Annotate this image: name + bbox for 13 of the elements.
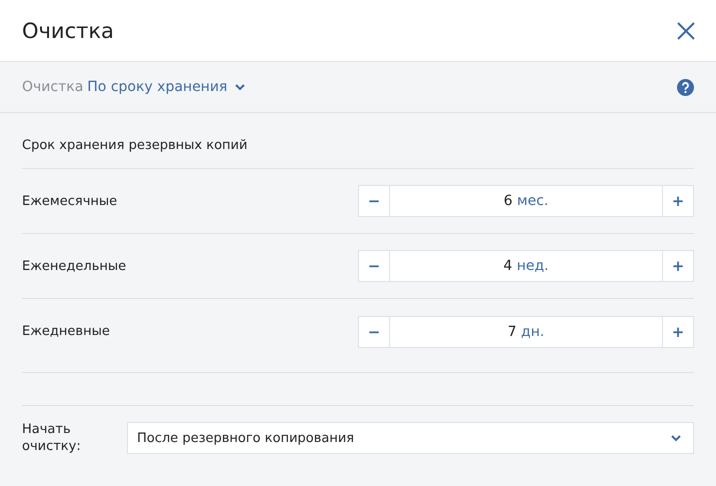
cleanup-label: Очистка — [22, 79, 84, 95]
chevron-down-icon — [671, 434, 681, 442]
row-label: Еженедельные — [22, 258, 126, 274]
start-cleanup-dropdown[interactable]: После резервного копирования — [127, 422, 694, 454]
mode-dropdown[interactable]: По сроку хранения — [87, 79, 246, 95]
help-icon[interactable] — [677, 78, 694, 96]
chevron-down-icon — [235, 84, 246, 90]
row-label: Ежедневные — [22, 324, 110, 339]
close-button[interactable] — [676, 20, 696, 40]
start-cleanup-label: Начать очистку: — [22, 421, 82, 455]
section-title: Срок хранения резервных копий — [22, 138, 248, 152]
window-title: Очистка — [22, 18, 114, 42]
row-label: Ежемесячные — [22, 194, 118, 208]
